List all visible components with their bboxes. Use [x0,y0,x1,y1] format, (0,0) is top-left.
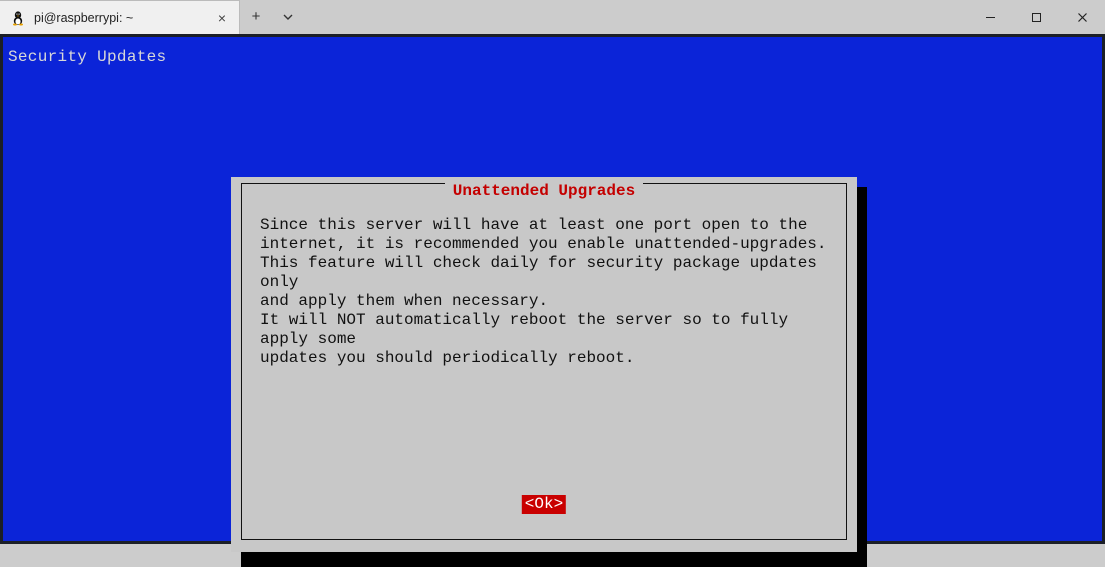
tux-icon [10,10,26,26]
dialog-box: Unattended Upgrades Since this server wi… [231,177,857,552]
window-close-button[interactable] [1059,0,1105,34]
dialog-title-wrap: Unattended Upgrades [242,182,846,201]
ok-button[interactable]: <Ok> [522,495,566,514]
screen-title: Security Updates [8,48,166,67]
tab-title: pi@raspberrypi: ~ [34,11,205,25]
tab-close-button[interactable]: × [213,9,231,27]
new-tab-button[interactable]: + [240,0,272,34]
tab-dropdown-button[interactable] [272,0,304,34]
dialog-title: Unattended Upgrades [445,182,643,201]
window-titlebar: pi@raspberrypi: ~ × + [0,0,1105,34]
minimize-button[interactable] [967,0,1013,34]
dialog-border: Unattended Upgrades Since this server wi… [241,183,847,540]
terminal-tab[interactable]: pi@raspberrypi: ~ × [0,0,240,34]
window-controls [967,0,1105,34]
terminal-screen[interactable]: Security Updates Unattended Upgrades Sin… [3,37,1102,541]
dialog-body-text: Since this server will have at least one… [260,216,828,368]
maximize-button[interactable] [1013,0,1059,34]
terminal-container: Security Updates Unattended Upgrades Sin… [0,34,1105,544]
